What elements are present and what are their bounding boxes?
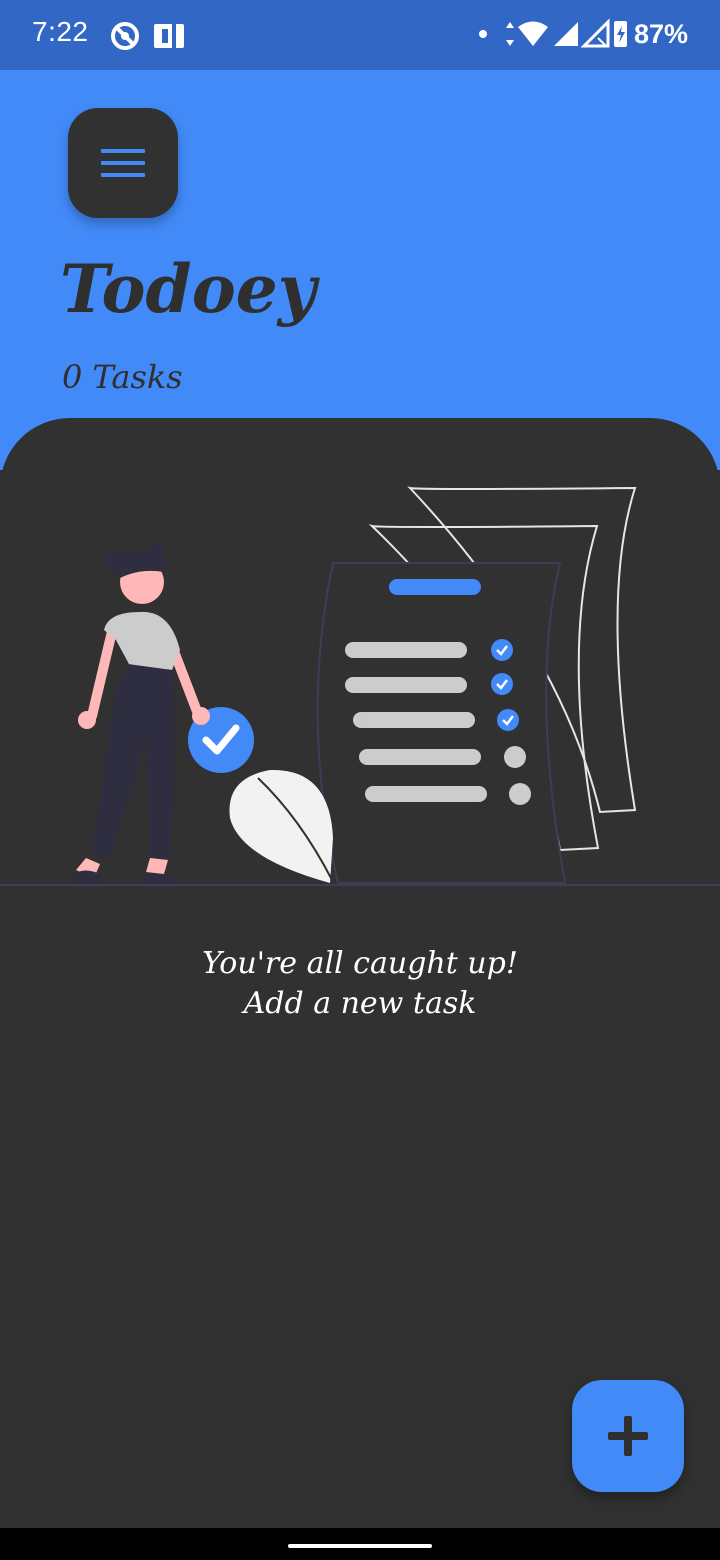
empty-state-message: You're all caught up! Add a new task [0,944,720,1024]
main-panel: You're all caught up! Add a new task [0,418,720,1528]
menu-button[interactable] [68,108,178,218]
battery-charging-icon [613,21,627,47]
home-gesture-handle[interactable] [288,1544,432,1548]
status-bar: 7:22 87% [0,0,720,70]
data-arrows-icon [505,22,514,46]
app-title: Todoey [60,250,317,328]
signal-icon [553,22,578,46]
task-count: 0 Tasks [62,358,183,396]
plus-icon [608,1416,648,1456]
empty-state-line2: Add a new task [243,986,477,1021]
empty-tasks-illustration [0,486,720,886]
notification-dot-icon [478,30,487,38]
signal-no-sim-icon [580,18,610,48]
system-navigation-bar [0,1528,720,1560]
wifi-icon [517,21,548,46]
status-time: 7:22 [32,16,89,47]
app-header: Todoey 0 Tasks [0,70,720,470]
empty-state-line1: You're all caught up! [202,946,518,981]
add-task-button[interactable] [572,1380,684,1492]
do-not-disturb-icon [111,22,139,50]
battery-percent: 87% [633,18,688,49]
status-right: 87% [478,18,688,50]
status-left-icons [110,20,200,56]
hamburger-menu-icon [101,149,145,177]
nfc-icon [154,24,184,48]
